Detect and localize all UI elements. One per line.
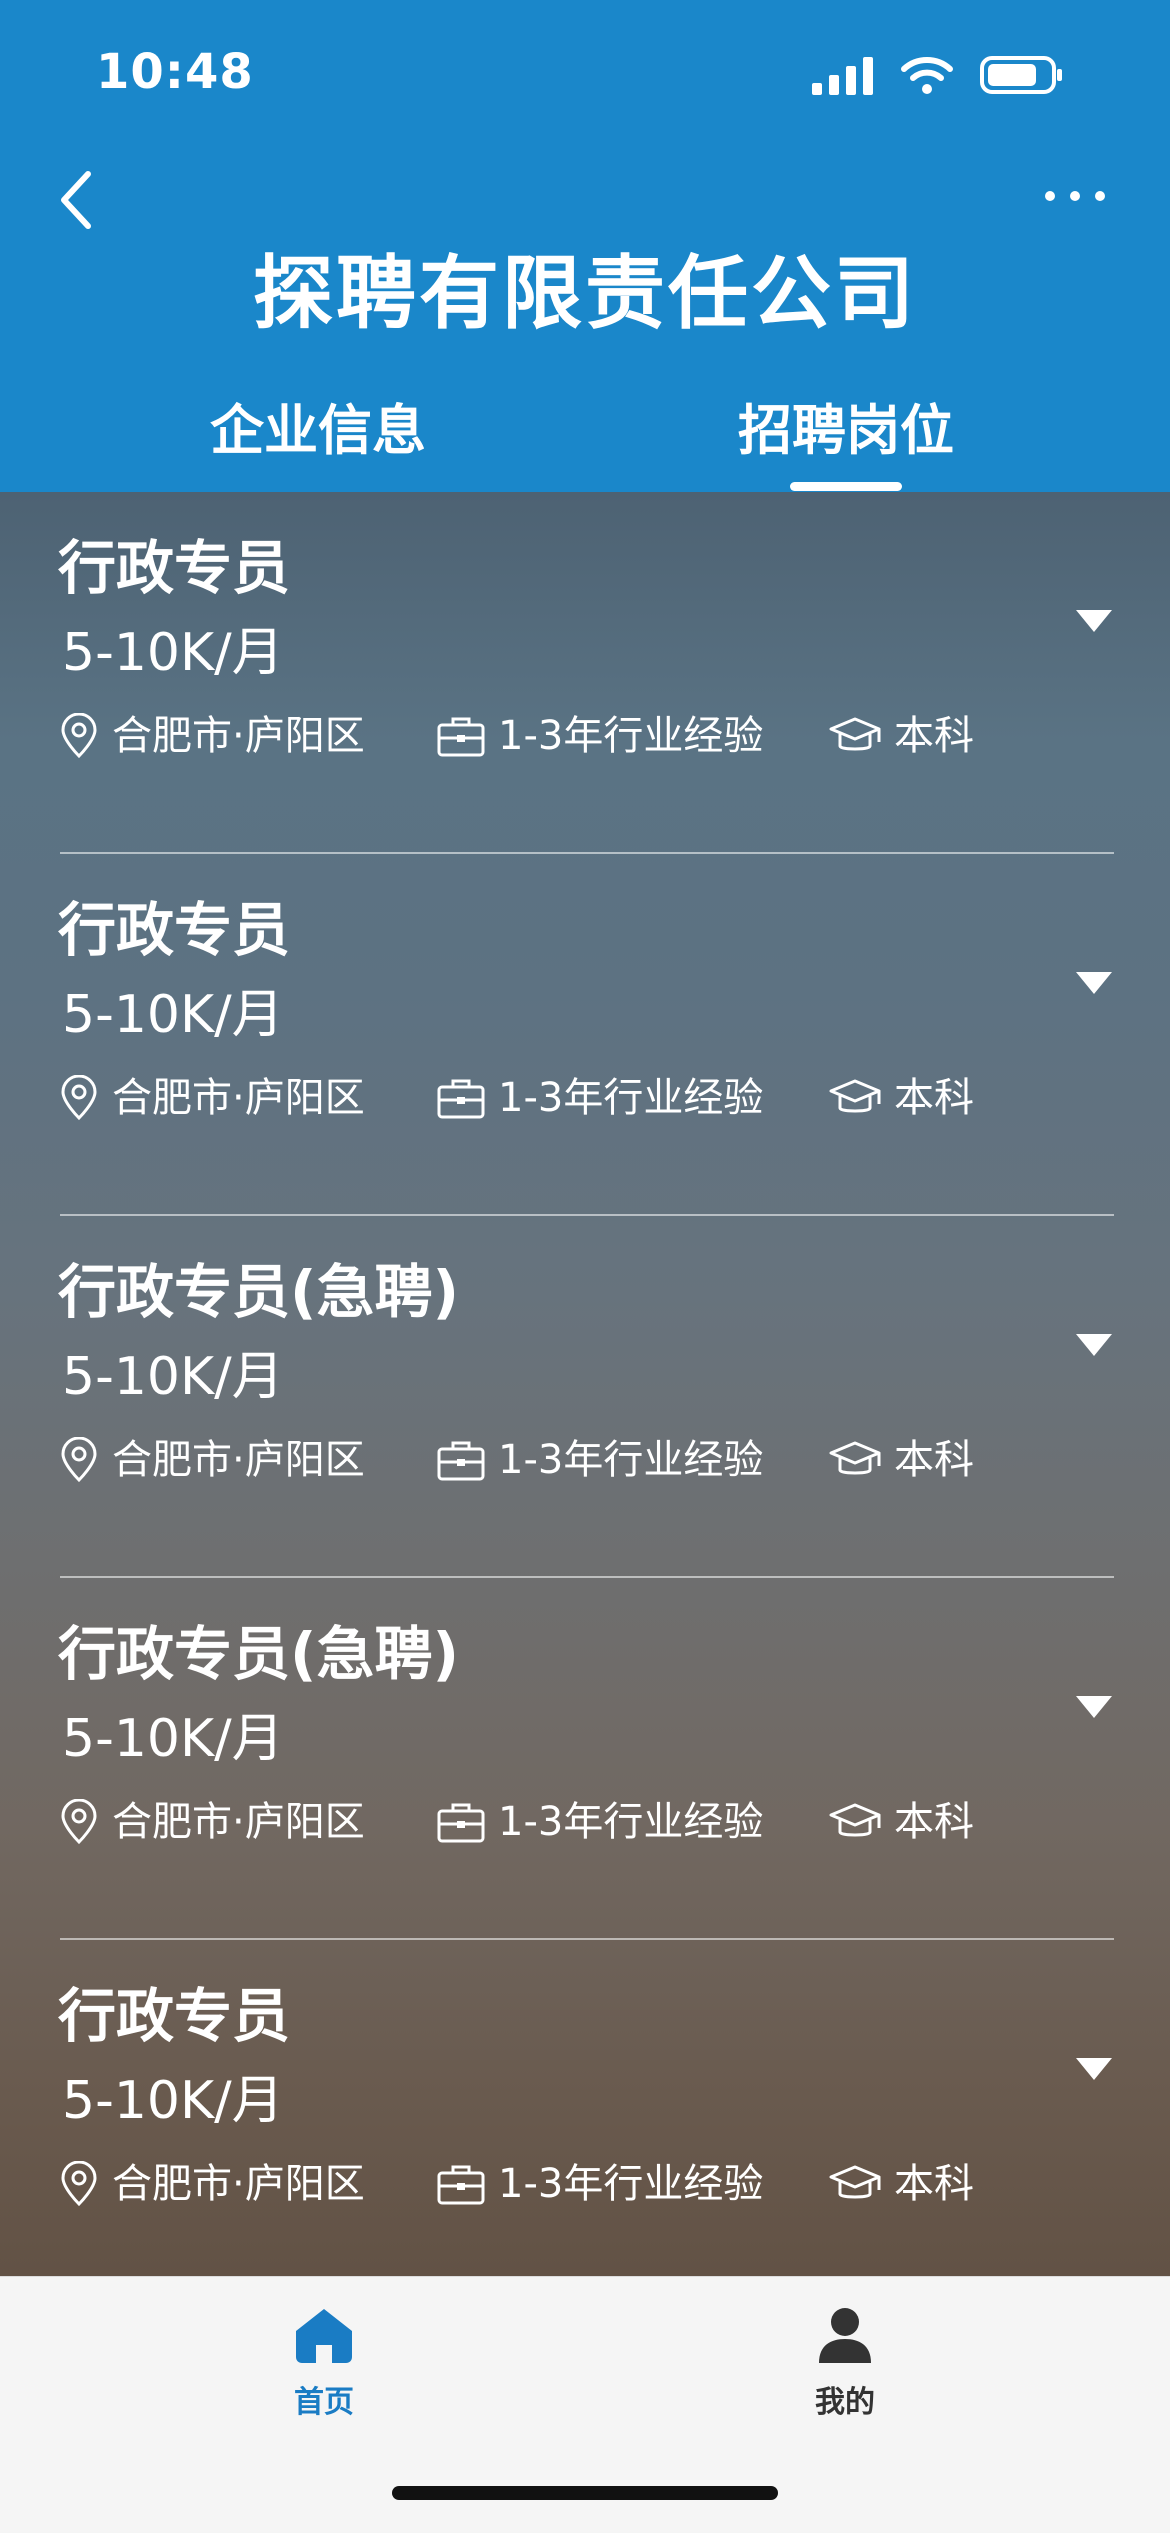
job-education: 本科 — [828, 1432, 974, 1488]
graduation-cap-icon — [829, 1079, 881, 1113]
job-title: 行政专员 — [58, 534, 291, 602]
tabbar-label-mine: 我的 — [815, 2385, 875, 2420]
graduation-cap-icon — [829, 1441, 881, 1475]
expand-caret-icon[interactable] — [1076, 2058, 1112, 2080]
battery-icon — [980, 56, 1062, 94]
job-location: 合肥市·庐阳区 — [58, 1070, 365, 1126]
app-header: 10:48 探聘有限责任公司 企业信息 招聘岗位 — [0, 0, 1170, 492]
job-location-text: 合肥市·庐阳区 — [112, 1075, 365, 1121]
job-experience: 1-3年行业经验 — [436, 708, 763, 764]
job-experience-text: 1-3年行业经验 — [498, 1437, 764, 1483]
tabbar-item-home[interactable]: 首页 — [244, 2305, 404, 2421]
job-experience-text: 1-3年行业经验 — [498, 2161, 764, 2207]
job-experience: 1-3年行业经验 — [436, 1432, 763, 1488]
status-icons — [812, 52, 1064, 98]
home-indicator — [392, 2486, 778, 2500]
location-pin-icon — [61, 1437, 97, 1483]
job-experience: 1-3年行业经验 — [436, 1070, 763, 1126]
job-item[interactable]: 行政专员 5-10K/月 合肥市·庐阳区 1-3年行业经验 本科 — [0, 1940, 1170, 2276]
user-icon — [819, 2308, 871, 2363]
job-education: 本科 — [828, 1794, 974, 1850]
job-item[interactable]: 行政专员 5-10K/月 合肥市·庐阳区 1-3年行业经验 本科 — [0, 854, 1170, 1216]
page-title: 探聘有限责任公司 — [253, 247, 917, 340]
job-location: 合肥市·庐阳区 — [58, 708, 365, 764]
tab-company-info[interactable]: 企业信息 — [210, 396, 426, 466]
tabbar-item-mine[interactable]: 我的 — [765, 2305, 925, 2421]
job-list: 行政专员 5-10K/月 合肥市·庐阳区 1-3年行业经验 本科 行政专员 5-… — [0, 492, 1170, 2276]
briefcase-icon — [437, 1079, 485, 1119]
tabbar-label-home: 首页 — [294, 2385, 354, 2420]
job-experience: 1-3年行业经验 — [436, 1794, 763, 1850]
job-education: 本科 — [828, 2156, 974, 2212]
location-pin-icon — [61, 1075, 97, 1121]
briefcase-icon — [437, 1441, 485, 1481]
job-title: 行政专员 — [58, 1982, 291, 2050]
job-salary: 5-10K/月 — [62, 1347, 284, 1407]
home-icon — [296, 2309, 352, 2363]
job-education-text: 本科 — [894, 2161, 974, 2207]
job-location-text: 合肥市·庐阳区 — [112, 2161, 365, 2207]
briefcase-icon — [437, 1803, 485, 1843]
job-education-text: 本科 — [894, 1075, 974, 1121]
status-time: 10:48 — [96, 44, 254, 100]
expand-caret-icon[interactable] — [1076, 1696, 1112, 1718]
job-experience-text: 1-3年行业经验 — [498, 1799, 764, 1845]
job-item[interactable]: 行政专员(急聘) 5-10K/月 合肥市·庐阳区 1-3年行业经验 本科 — [0, 1216, 1170, 1578]
job-location: 合肥市·庐阳区 — [58, 1432, 365, 1488]
job-experience-text: 1-3年行业经验 — [498, 1075, 764, 1121]
expand-caret-icon[interactable] — [1076, 972, 1112, 994]
job-salary: 5-10K/月 — [62, 2071, 284, 2131]
signal-icon — [812, 57, 873, 95]
job-education-text: 本科 — [894, 1799, 974, 1845]
job-title: 行政专员(急聘) — [58, 1620, 460, 1688]
job-item[interactable]: 行政专员(急聘) 5-10K/月 合肥市·庐阳区 1-3年行业经验 本科 — [0, 1578, 1170, 1940]
job-location: 合肥市·庐阳区 — [58, 2156, 365, 2212]
job-education: 本科 — [828, 708, 974, 764]
job-location: 合肥市·庐阳区 — [58, 1794, 365, 1850]
back-button[interactable] — [50, 164, 106, 236]
job-salary: 5-10K/月 — [62, 1709, 284, 1769]
job-title: 行政专员(急聘) — [58, 1258, 460, 1326]
briefcase-icon — [437, 717, 485, 757]
briefcase-icon — [437, 2165, 485, 2205]
location-pin-icon — [61, 713, 97, 759]
expand-caret-icon[interactable] — [1076, 610, 1112, 632]
job-salary: 5-10K/月 — [62, 985, 284, 1045]
job-education-text: 本科 — [894, 713, 974, 759]
job-education-text: 本科 — [894, 1437, 974, 1483]
job-location-text: 合肥市·庐阳区 — [112, 1437, 365, 1483]
graduation-cap-icon — [829, 2165, 881, 2199]
job-item[interactable]: 行政专员 5-10K/月 合肥市·庐阳区 1-3年行业经验 本科 — [0, 492, 1170, 854]
job-title: 行政专员 — [58, 896, 291, 964]
job-experience-text: 1-3年行业经验 — [498, 713, 764, 759]
graduation-cap-icon — [829, 717, 881, 751]
location-pin-icon — [61, 1799, 97, 1845]
job-salary: 5-10K/月 — [62, 623, 284, 683]
more-options-button[interactable] — [1040, 176, 1110, 216]
job-education: 本科 — [828, 1070, 974, 1126]
expand-caret-icon[interactable] — [1076, 1334, 1112, 1356]
job-location-text: 合肥市·庐阳区 — [112, 713, 365, 759]
active-tab-indicator — [790, 482, 902, 491]
job-location-text: 合肥市·庐阳区 — [112, 1799, 365, 1845]
wifi-icon — [901, 57, 953, 94]
location-pin-icon — [61, 2161, 97, 2207]
job-experience: 1-3年行业经验 — [436, 2156, 763, 2212]
graduation-cap-icon — [829, 1803, 881, 1837]
tab-job-openings[interactable]: 招聘岗位 — [738, 396, 954, 466]
